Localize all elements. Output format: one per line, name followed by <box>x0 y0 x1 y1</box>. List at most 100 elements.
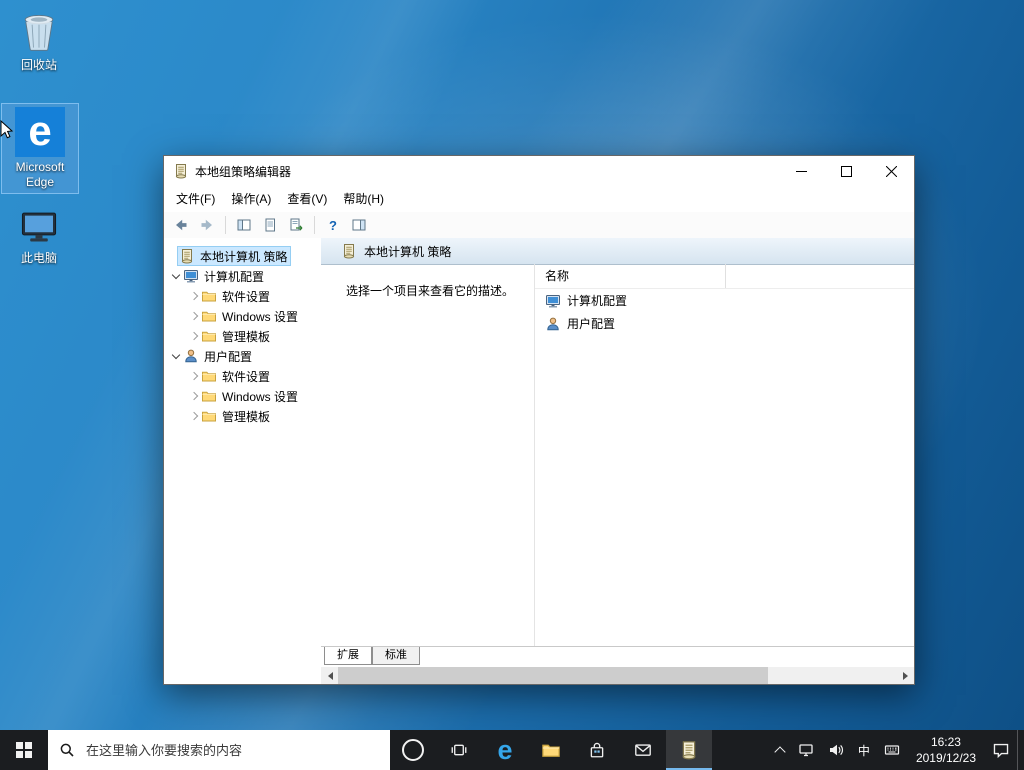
window-title: 本地组策略编辑器 <box>195 164 292 179</box>
list-item-computer-configuration[interactable]: 计算机配置 <box>535 289 914 312</box>
forward-arrow-icon <box>199 217 215 233</box>
search-icon <box>59 742 75 758</box>
column-header-name[interactable]: 名称 <box>535 264 726 288</box>
taskbar-edge-button[interactable] <box>482 730 528 770</box>
help-icon: ? <box>329 217 337 233</box>
taskbar-search-box[interactable] <box>48 730 390 770</box>
tree-item-software-settings-computer[interactable]: 软件设置 <box>164 286 321 306</box>
policy-scroll-icon <box>179 248 195 264</box>
toolbar-separator <box>225 216 226 234</box>
tree-item-admin-templates-computer[interactable]: 管理模板 <box>164 326 321 346</box>
tree-item-user-configuration[interactable]: 用户配置 <box>164 346 321 366</box>
network-icon <box>798 742 814 758</box>
help-button[interactable]: ? <box>322 214 344 236</box>
show-desktop-button[interactable] <box>1017 730 1024 770</box>
maximize-button[interactable] <box>824 156 869 186</box>
chevron-right-icon[interactable] <box>187 406 201 426</box>
computer-icon <box>545 293 561 309</box>
title-bar[interactable]: 本地组策略编辑器 <box>164 156 914 186</box>
tree-item-windows-settings-computer[interactable]: Windows 设置 <box>164 306 321 326</box>
cortana-button[interactable] <box>390 730 436 770</box>
speaker-icon <box>828 742 844 758</box>
tree-item-software-settings-user[interactable]: 软件设置 <box>164 366 321 386</box>
chevron-down-icon[interactable] <box>169 266 183 286</box>
desktop-icon-this-pc[interactable]: 此电脑 <box>1 203 77 269</box>
back-button[interactable] <box>170 214 192 236</box>
folder-icon <box>201 308 217 324</box>
search-input[interactable] <box>84 741 379 759</box>
folder-icon <box>201 368 217 384</box>
taskbar-gpedit-button[interactable] <box>666 730 712 770</box>
this-pc-icon <box>16 206 62 248</box>
list-item-label: 用户配置 <box>567 317 616 331</box>
scrollbar-thumb[interactable] <box>338 667 768 684</box>
action-center-icon <box>992 741 1010 759</box>
cortana-icon <box>402 739 424 761</box>
ime-mode-button[interactable]: 中 <box>851 730 877 770</box>
desktop-icon-label: Microsoft Edge <box>15 160 65 189</box>
selection-description: 选择一个项目来查看它的描述。 <box>346 284 515 298</box>
properties-button[interactable] <box>259 214 281 236</box>
chevron-right-icon[interactable] <box>187 286 201 306</box>
store-bag-icon <box>588 741 606 759</box>
menu-action[interactable]: 操作(A) <box>223 187 279 212</box>
list-column-header-row: 名称 <box>535 264 914 289</box>
tree-item-admin-templates-user[interactable]: 管理模板 <box>164 406 321 426</box>
chevron-right-icon[interactable] <box>187 326 201 346</box>
microsoft-store-button[interactable] <box>574 730 620 770</box>
user-icon <box>183 348 199 364</box>
menu-view[interactable]: 查看(V) <box>279 187 335 212</box>
back-arrow-icon <box>173 217 189 233</box>
chevron-right-icon[interactable] <box>187 306 201 326</box>
view-tab-strip: 扩展 标准 <box>321 646 914 668</box>
scroll-right-button[interactable] <box>897 667 914 684</box>
desktop-icon-recycle-bin[interactable]: 回收站 <box>1 6 77 76</box>
tree-item-computer-configuration[interactable]: 计算机配置 <box>164 266 321 286</box>
policy-scroll-icon <box>173 163 189 179</box>
horizontal-scrollbar[interactable] <box>321 667 914 684</box>
minimize-icon <box>796 170 807 172</box>
mail-button[interactable] <box>620 730 666 770</box>
mouse-cursor <box>0 120 14 141</box>
close-button[interactable] <box>869 156 914 186</box>
action-center-button[interactable] <box>985 730 1017 770</box>
show-action-pane-button[interactable] <box>348 214 370 236</box>
tree-item-label: 软件设置 <box>222 289 271 304</box>
keyboard-icon <box>884 742 900 758</box>
task-view-button[interactable] <box>436 730 482 770</box>
tree-item-label: 本地计算机 策略 <box>200 249 288 264</box>
tree-item-label: Windows 设置 <box>222 309 299 324</box>
console-tree: 本地计算机 策略 计算机配置 软件设置 Windows 设置 管理模板 用户配置 <box>164 238 322 684</box>
show-console-tree-button[interactable] <box>233 214 255 236</box>
tree-item-local-computer-policy[interactable]: 本地计算机 策略 <box>164 246 321 266</box>
touch-keyboard-button[interactable] <box>877 730 907 770</box>
tray-overflow-button[interactable] <box>769 730 791 770</box>
chevron-down-icon[interactable] <box>169 346 183 366</box>
forward-button[interactable] <box>196 214 218 236</box>
gpedit-window: 本地组策略编辑器 文件(F) 操作(A) 查看(V) 帮助(H) ? 本地计算机… <box>163 155 915 685</box>
tab-standard[interactable]: 标准 <box>372 647 420 665</box>
minimize-button[interactable] <box>779 156 824 186</box>
tree-item-windows-settings-user[interactable]: Windows 设置 <box>164 386 321 406</box>
menu-bar: 文件(F) 操作(A) 查看(V) 帮助(H) <box>164 186 914 213</box>
chevron-right-icon[interactable] <box>187 366 201 386</box>
list-item-label: 计算机配置 <box>567 294 628 308</box>
menu-help[interactable]: 帮助(H) <box>335 187 392 212</box>
tab-extended[interactable]: 扩展 <box>324 647 372 665</box>
start-button[interactable] <box>0 730 48 770</box>
desktop-icon-microsoft-edge[interactable]: Microsoft Edge <box>1 103 79 194</box>
tree-selection-highlight: 本地计算机 策略 <box>176 246 292 266</box>
export-list-button[interactable] <box>285 214 307 236</box>
folder-icon <box>541 740 561 760</box>
document-icon <box>262 217 278 233</box>
list-item-user-configuration[interactable]: 用户配置 <box>535 312 914 335</box>
volume-button[interactable] <box>821 730 851 770</box>
scroll-left-button[interactable] <box>321 667 338 684</box>
mail-envelope-icon <box>634 741 652 759</box>
folder-icon <box>201 328 217 344</box>
taskbar-clock[interactable]: 16:23 2019/12/23 <box>907 730 985 770</box>
file-explorer-button[interactable] <box>528 730 574 770</box>
menu-file[interactable]: 文件(F) <box>168 187 223 212</box>
network-status-button[interactable] <box>791 730 821 770</box>
chevron-right-icon[interactable] <box>187 386 201 406</box>
